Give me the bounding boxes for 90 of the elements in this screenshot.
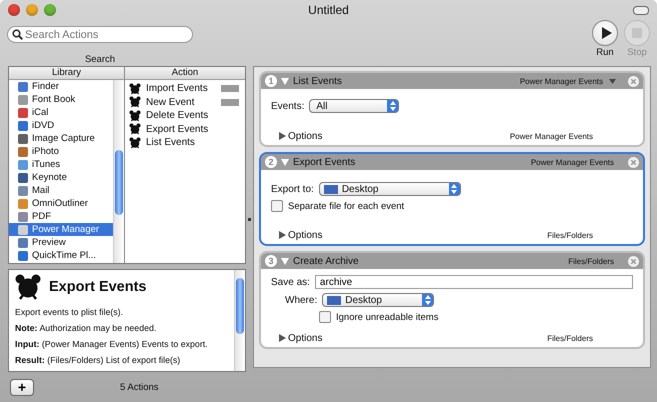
library-item[interactable]: iCal xyxy=(9,106,113,119)
action-item[interactable]: List Events xyxy=(146,137,195,148)
output-type: Files/Folders xyxy=(547,230,593,240)
action-item[interactable]: Import Events xyxy=(146,83,208,94)
run-button[interactable] xyxy=(592,20,618,46)
checkbox[interactable] xyxy=(319,311,331,323)
library-item[interactable]: Font Book xyxy=(9,93,113,106)
library-item[interactable]: Image Capture xyxy=(9,132,113,145)
library-item[interactable]: OmniOutliner xyxy=(9,197,113,210)
library-item[interactable]: Finder xyxy=(9,80,113,93)
add-button[interactable]: + xyxy=(10,378,34,396)
popup-menu[interactable]: Desktop xyxy=(318,182,461,196)
input-type: Power Manager Events xyxy=(520,76,603,86)
options-label[interactable]: Options xyxy=(288,130,322,142)
search-field[interactable]: Search Actions xyxy=(7,26,193,43)
stepper-icon xyxy=(387,100,398,112)
input-type: Power Manager Events xyxy=(530,158,614,166)
library-item[interactable]: iDVD xyxy=(9,119,113,132)
checkbox-label: Ignore unreadable items xyxy=(336,312,438,322)
options-label[interactable]: Options xyxy=(288,230,322,240)
output-type: Files/Folders xyxy=(547,334,593,342)
alarm-clock-icon xyxy=(129,110,141,122)
scroll-bar[interactable] xyxy=(113,80,124,263)
library-item[interactable]: PDF xyxy=(9,210,113,223)
search-icon xyxy=(12,29,23,40)
stepper-icon xyxy=(448,183,460,195)
caret-icon[interactable] xyxy=(609,78,616,84)
search-label: Search xyxy=(84,54,116,65)
popup-menu[interactable]: All xyxy=(309,99,400,113)
disclosure-triangle-icon[interactable] xyxy=(279,132,286,140)
output-type: Power Manager Events xyxy=(510,132,593,140)
library-item[interactable]: Power Manager xyxy=(9,223,113,236)
action-count: 5 Actions xyxy=(120,382,159,392)
close-icon[interactable] xyxy=(628,76,639,86)
play-icon xyxy=(599,26,613,40)
field-label: Export to: xyxy=(271,184,314,194)
action-column-header: Action xyxy=(125,67,245,80)
library-item[interactable]: iTunes xyxy=(9,158,113,171)
alarm-clock-icon xyxy=(129,136,141,149)
window-title: Untitled xyxy=(307,3,350,17)
action-card[interactable]: 3 Create Archive Files/Folders Save as: archive Where: Desktop Ignore unreadable items Options Files/Folders xyxy=(259,251,645,349)
input-type: Files/Folders xyxy=(568,256,614,266)
action-title: List Events xyxy=(293,76,342,86)
step-number: 1 xyxy=(265,75,277,87)
library-column-header: Library xyxy=(9,67,124,80)
library-item[interactable]: iPhoto xyxy=(9,145,113,158)
action-item[interactable]: Export Events xyxy=(146,124,208,135)
field-label: Events: xyxy=(271,100,304,112)
action-title: Create Archive xyxy=(293,256,359,266)
checkbox[interactable] xyxy=(271,200,283,212)
action-card[interactable]: 2 Export Events Power Manager Events Export to: Desktop Separate file for each event Options Files/Folders xyxy=(259,152,645,246)
action-item[interactable]: New Event xyxy=(146,96,194,108)
stop-label: Stop xyxy=(627,47,647,58)
close-icon[interactable] xyxy=(628,156,639,168)
zoom-button[interactable] xyxy=(44,4,56,16)
alarm-clock-icon xyxy=(129,123,141,136)
text-field[interactable]: archive xyxy=(314,275,633,289)
options-label[interactable]: Options xyxy=(288,332,322,344)
toolbar-toggle-button[interactable] xyxy=(633,6,649,14)
stop-icon xyxy=(631,27,643,39)
description-text: Input: (Power Manager Events) Events to export. xyxy=(15,338,209,351)
disclosure-triangle-icon[interactable] xyxy=(279,231,286,239)
close-icon[interactable] xyxy=(628,256,639,266)
alarm-clock-icon xyxy=(15,274,41,300)
description-text: Note: Authorization may be needed. xyxy=(15,322,158,335)
action-title: Export Events xyxy=(293,156,356,168)
run-label: Run xyxy=(596,47,614,58)
library-item[interactable]: Keynote xyxy=(9,171,113,184)
popup-menu[interactable]: Desktop xyxy=(322,293,434,307)
action-card[interactable]: 1 List Events Power Manager Events Events: All Options Power Manager Events xyxy=(259,71,645,147)
disclosure-triangle-icon[interactable] xyxy=(279,334,286,342)
scroll-bar[interactable] xyxy=(234,270,245,371)
action-item[interactable]: Delete Events xyxy=(146,110,208,122)
description-title: Export Events xyxy=(49,279,146,295)
alarm-clock-icon xyxy=(129,82,141,95)
field-label: Save as: xyxy=(271,276,310,288)
field-label: Where: xyxy=(285,294,318,306)
description-text: Result: (Files/Folders) List of export file(s) xyxy=(15,354,182,367)
library-item[interactable]: Preview xyxy=(9,236,113,249)
library-item[interactable]: Mail xyxy=(9,184,113,197)
step-number: 3 xyxy=(265,255,277,267)
close-button[interactable] xyxy=(8,4,20,16)
splitter-handle[interactable] xyxy=(248,218,251,220)
library-item[interactable]: QuickTime Pl... xyxy=(9,249,113,262)
description-text: Export events to plist file(s). xyxy=(15,306,124,319)
step-number: 2 xyxy=(265,156,277,168)
checkbox-label: Separate file for each event xyxy=(288,200,404,212)
stepper-icon xyxy=(422,294,434,306)
minimize-button[interactable] xyxy=(26,4,38,16)
alarm-clock-icon xyxy=(129,96,141,108)
